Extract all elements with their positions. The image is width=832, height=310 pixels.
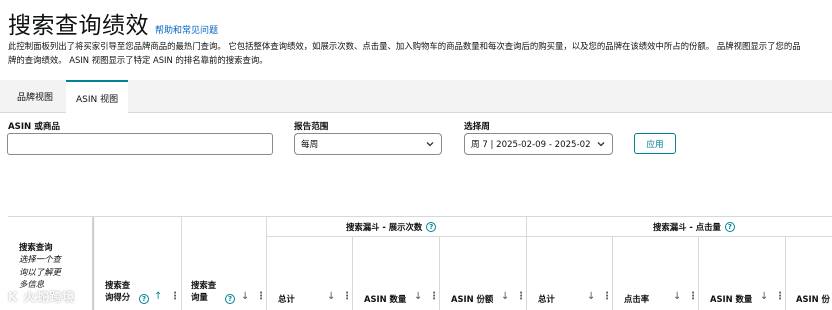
sort-descending-icon[interactable]: ↓	[327, 291, 335, 302]
chevron-down-icon	[597, 142, 605, 147]
sort-descending-icon[interactable]: ↓	[587, 291, 595, 302]
chevron-down-icon	[426, 142, 434, 147]
sort-descending-icon[interactable]: ↓	[760, 291, 768, 302]
search-query-table: 搜索查询 选择一个查询以了解更多信息 搜索查询得分 ? ↑ ⋮ 搜索查询量 ? …	[8, 216, 832, 310]
week-value: 周 7 | 2025-02-09 - 2025-02	[471, 140, 591, 150]
search-query-hint: 选择一个查询以了解更多信息	[19, 254, 61, 289]
asin-field-label: ASIN 或商品	[8, 122, 61, 132]
column-menu-icon[interactable]: ⋮	[516, 291, 526, 302]
sort-descending-icon[interactable]: ↓	[241, 291, 249, 302]
report-range-value: 每周	[301, 140, 319, 150]
impressions-funnel-group: 搜索漏斗 - 展示次数 ?	[346, 221, 437, 233]
page-description: 此控制面板列出了将买家引导至您品牌商品的最热门查询。 它包括整体查询绩效，如展示…	[8, 41, 801, 65]
apply-button[interactable]: 应用	[634, 133, 676, 154]
help-icon[interactable]: ?	[139, 294, 149, 304]
column-menu-icon[interactable]: ⋮	[342, 291, 352, 302]
help-icon[interactable]: ?	[724, 222, 735, 232]
view-tabs: 品牌视图 ASIN 视图	[0, 80, 832, 114]
help-icon[interactable]: ?	[426, 222, 437, 232]
tab-asin-view[interactable]: ASIN 视图	[66, 80, 129, 114]
help-link[interactable]: 帮助和常见问题	[155, 23, 218, 36]
clicks-asin-share-header[interactable]: ASIN 份	[796, 293, 830, 305]
search-query-score-header[interactable]: 搜索查询得分	[105, 279, 137, 303]
tab-brand-view[interactable]: 品牌视图	[7, 80, 63, 113]
report-range-select[interactable]: 每周	[294, 133, 442, 155]
column-menu-icon[interactable]: ⋮	[256, 291, 266, 302]
clicks-funnel-group: 搜索漏斗 - 点击量 ?	[653, 221, 735, 233]
impressions-asin-share-header[interactable]: ASIN 份额	[451, 293, 493, 305]
asin-search-input[interactable]	[7, 133, 273, 155]
clicks-total-header[interactable]: 总计	[538, 293, 555, 305]
week-select[interactable]: 周 7 | 2025-02-09 - 2025-02	[464, 133, 613, 155]
report-range-label: 报告范围	[294, 122, 329, 132]
column-menu-icon[interactable]: ⋮	[775, 291, 785, 302]
column-menu-icon[interactable]: ⋮	[602, 291, 612, 302]
title-row: 搜索查询绩效 帮助和常见问题	[8, 6, 218, 40]
sort-descending-icon[interactable]: ↓	[501, 291, 509, 302]
clicks-asin-count-header[interactable]: ASIN 数量	[710, 293, 752, 305]
click-rate-header[interactable]: 点击率	[624, 293, 649, 305]
help-icon[interactable]: ?	[225, 294, 235, 304]
sort-descending-icon[interactable]: ↓	[414, 291, 422, 302]
column-menu-icon[interactable]: ⋮	[429, 291, 439, 302]
impressions-asin-count-header[interactable]: ASIN 数量	[364, 293, 406, 305]
sort-ascending-icon[interactable]: ↑	[154, 291, 162, 302]
search-query-header: 搜索查询	[19, 242, 53, 252]
impressions-total-header[interactable]: 总计	[278, 293, 295, 305]
select-week-label: 选择周	[464, 122, 490, 132]
impressions-funnel-title: 搜索漏斗 - 展示次数	[346, 222, 423, 232]
column-menu-icon[interactable]: ⋮	[688, 291, 698, 302]
column-menu-icon[interactable]: ⋮	[170, 291, 180, 302]
page-title: 搜索查询绩效	[8, 13, 149, 39]
watermark: K 火蛇跨境	[8, 290, 76, 304]
search-query-volume-header[interactable]: 搜索查询量	[191, 279, 223, 303]
clicks-funnel-title: 搜索漏斗 - 点击量	[653, 222, 721, 232]
sort-descending-icon[interactable]: ↓	[673, 291, 681, 302]
